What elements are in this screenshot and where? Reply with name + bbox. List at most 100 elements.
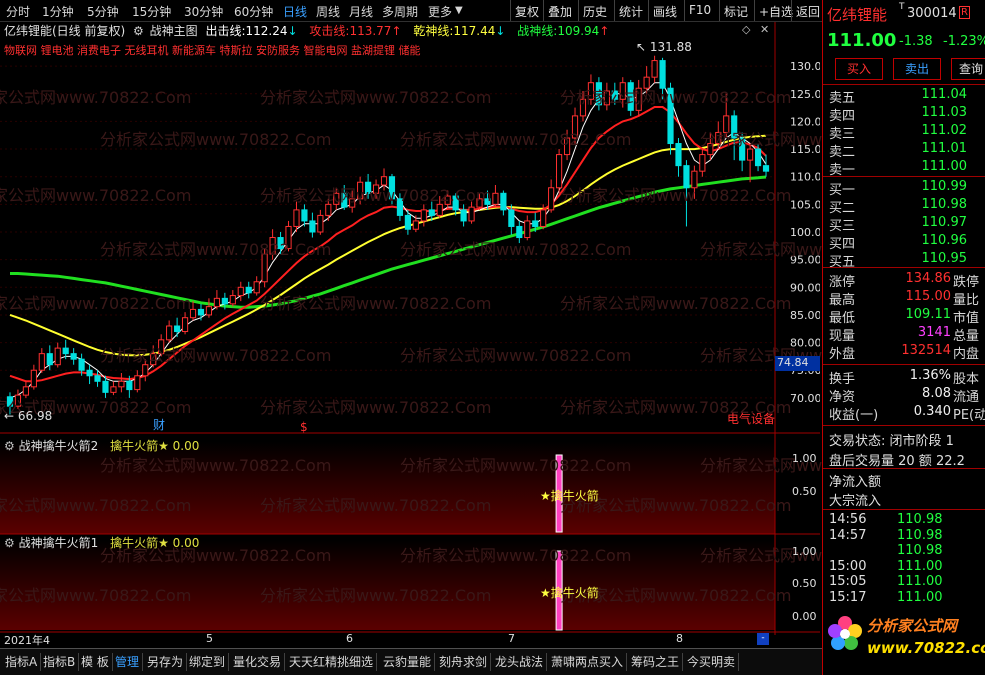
- candle-up[interactable]: [14, 394, 22, 407]
- candle-down[interactable]: [659, 60, 666, 89]
- tab-longtou[interactable]: 龙头战法: [492, 653, 548, 671]
- tab-yunbao[interactable]: 云豹量能: [380, 653, 436, 671]
- candle-up[interactable]: [54, 347, 61, 366]
- bid-level-2[interactable]: 买二 110.98: [829, 197, 985, 216]
- tab-quant-trade[interactable]: 量化交易: [230, 653, 286, 671]
- candle-up[interactable]: [38, 353, 45, 371]
- candle-up[interactable]: [229, 295, 236, 305]
- subpanel2-settings-icon[interactable]: ⚙: [4, 536, 15, 550]
- candle-down[interactable]: [396, 198, 404, 216]
- candle-up[interactable]: [691, 170, 698, 189]
- candle-down[interactable]: [388, 176, 396, 200]
- candle-up[interactable]: [134, 375, 141, 391]
- candle-down[interactable]: [341, 192, 348, 208]
- candle-up[interactable]: [237, 286, 244, 297]
- candle-down[interactable]: [62, 347, 69, 355]
- candle-up[interactable]: [166, 325, 173, 341]
- stat-row[interactable]: 外盘 132514 内盘: [829, 343, 985, 362]
- candle-up[interactable]: [492, 192, 499, 205]
- candle-down[interactable]: [762, 165, 770, 172]
- candle-up[interactable]: [349, 198, 356, 208]
- candle-down[interactable]: [126, 380, 133, 391]
- settings-icon[interactable]: ⚙: [133, 24, 144, 38]
- tab-template[interactable]: 模 板: [78, 653, 113, 671]
- candle-up[interactable]: [158, 339, 165, 355]
- candle-up[interactable]: [189, 308, 197, 319]
- candle-up[interactable]: [651, 60, 658, 78]
- candle-up[interactable]: [325, 203, 332, 216]
- candle-up[interactable]: [436, 203, 443, 216]
- chart-close-icon[interactable]: ✕: [760, 23, 769, 36]
- finance-event-marker[interactable]: 财: [153, 416, 165, 433]
- candle-up[interactable]: [380, 176, 388, 186]
- candle-down[interactable]: [428, 209, 435, 216]
- history-button[interactable]: 历史: [578, 0, 611, 21]
- candle-up[interactable]: [723, 115, 730, 133]
- query-button[interactable]: 查询: [951, 58, 985, 80]
- candle-up[interactable]: [412, 220, 419, 230]
- candle-up[interactable]: [213, 297, 220, 308]
- dividend-event-marker[interactable]: $: [300, 420, 308, 434]
- candle-down[interactable]: [595, 82, 602, 106]
- subpanel1-title[interactable]: 战神擒牛火箭2: [19, 439, 99, 453]
- candle-up[interactable]: [110, 386, 117, 393]
- more-caret-icon[interactable]: ▼: [455, 5, 463, 16]
- candle-up[interactable]: [635, 87, 642, 111]
- period-tab-60min[interactable]: 60分钟: [234, 3, 273, 20]
- candle-up[interactable]: [563, 137, 571, 156]
- candle-up[interactable]: [181, 317, 189, 333]
- candle-down[interactable]: [484, 198, 491, 205]
- candle-up[interactable]: [476, 198, 483, 208]
- sell-button[interactable]: 卖出: [893, 58, 941, 80]
- candle-up[interactable]: [285, 225, 292, 250]
- candle-up[interactable]: [468, 206, 475, 222]
- candle-up[interactable]: [269, 237, 276, 255]
- bid-level-4[interactable]: 买四 110.96: [829, 233, 985, 252]
- candle-up[interactable]: [205, 306, 213, 316]
- period-tab-multi[interactable]: 多周期: [382, 3, 418, 20]
- tab-kezhou[interactable]: 刻舟求剑: [436, 653, 492, 671]
- candle-up[interactable]: [444, 195, 451, 205]
- stat-row[interactable]: 涨停 134.86 跌停: [829, 271, 985, 290]
- candle-up[interactable]: [747, 148, 754, 161]
- subpanel1-settings-icon[interactable]: ⚙: [4, 439, 15, 453]
- candle-down[interactable]: [78, 358, 85, 371]
- period-tab-more[interactable]: 更多: [428, 3, 452, 20]
- candle-up[interactable]: [540, 209, 547, 227]
- candle-down[interactable]: [197, 308, 205, 316]
- period-tab-weekly[interactable]: 周线: [316, 3, 340, 20]
- candle-down[interactable]: [627, 82, 634, 111]
- candle-up[interactable]: [524, 220, 531, 239]
- candle-down[interactable]: [739, 137, 746, 161]
- tab-manage[interactable]: 管理: [112, 653, 144, 671]
- candle-up[interactable]: [603, 90, 610, 106]
- back-button[interactable]: 返回: [791, 0, 826, 21]
- candle-up[interactable]: [587, 82, 595, 100]
- period-tab-fenshi[interactable]: 分时: [6, 3, 30, 20]
- adjust-button[interactable]: 复权: [510, 0, 543, 21]
- candle-up[interactable]: [548, 187, 555, 211]
- candle-up[interactable]: [619, 82, 626, 100]
- candle-down[interactable]: [174, 325, 181, 333]
- candle-down[interactable]: [754, 148, 762, 167]
- candle-down[interactable]: [500, 192, 507, 211]
- tab-chouma[interactable]: 筹码之王: [628, 653, 684, 671]
- candle-down[interactable]: [70, 353, 77, 360]
- candle-down[interactable]: [452, 195, 459, 211]
- overlay-button[interactable]: 叠加: [543, 0, 576, 21]
- scroll-minus-button[interactable]: -: [757, 633, 769, 645]
- candle-down[interactable]: [508, 209, 515, 227]
- stat-row[interactable]: 最高 115.00 量比: [829, 289, 985, 308]
- ask-level-2[interactable]: 卖二 111.01: [829, 141, 985, 160]
- bid-level-3[interactable]: 买三 110.97: [829, 215, 985, 234]
- candle-up[interactable]: [579, 98, 587, 117]
- ask-level-5[interactable]: 卖五 111.04: [829, 87, 985, 106]
- candle-up[interactable]: [715, 131, 722, 145]
- bid-level-1[interactable]: 买一 110.99: [829, 179, 985, 198]
- candle-down[interactable]: [6, 396, 14, 407]
- candle-up[interactable]: [357, 181, 364, 200]
- tab-indicator-b[interactable]: 指标B: [40, 653, 80, 671]
- candle-up[interactable]: [118, 380, 125, 388]
- stat-row[interactable]: 最低 109.11 市值: [829, 307, 985, 326]
- tab-bind-to[interactable]: 绑定到: [186, 653, 230, 671]
